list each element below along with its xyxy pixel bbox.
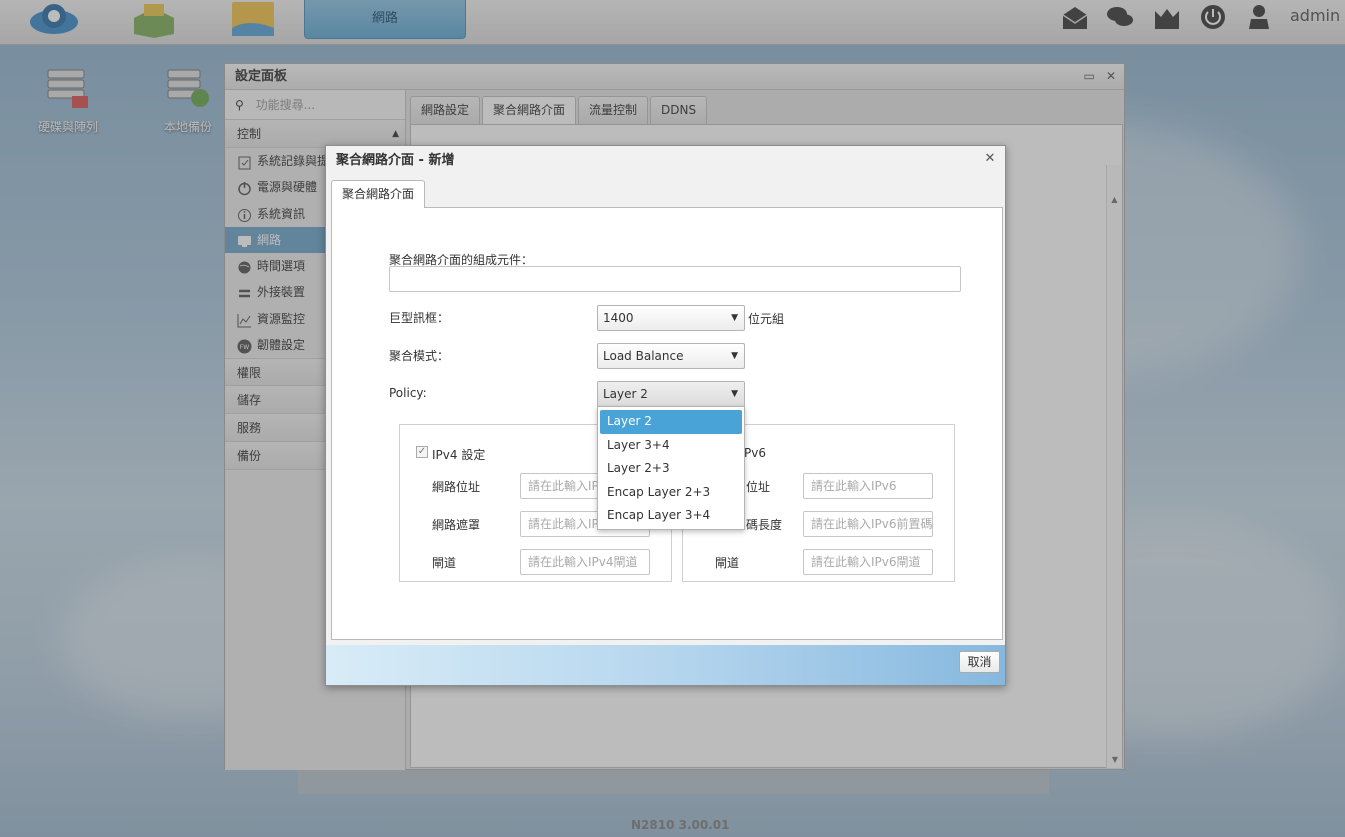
ipv4-title: IPv4 設定 [432, 448, 486, 462]
tab-link-aggregation[interactable]: 聚合網路介面 [331, 180, 426, 208]
jumbo-frame-unit: 位元組 [748, 312, 785, 326]
placeholder: 請在此輸入IPv6前置碼 [811, 517, 932, 531]
ipv6-gateway-input[interactable]: 請在此輸入IPv6閘道 [803, 549, 933, 575]
policy-option[interactable]: Layer 3+4 [600, 434, 742, 458]
placeholder: 請在此輸入IPv6 [811, 479, 897, 493]
dropdown-arrow-icon: ▼ [731, 313, 738, 323]
policy-value: Layer 2 [603, 387, 648, 401]
jumbo-frame-select[interactable]: 1400 ▼ [597, 305, 745, 331]
placeholder: 請在此輸入IPv6閘道 [811, 555, 921, 569]
cancel-button[interactable]: 取消 [959, 651, 1000, 673]
jumbo-frame-label: 巨型訊框： [389, 311, 450, 325]
policy-dropdown-list: Layer 2 Layer 3+4 Layer 2+3 Encap Layer … [597, 406, 745, 530]
ipv4-gateway-label: 閘道 [432, 556, 457, 570]
dialog-footer: 取消 [326, 645, 1005, 685]
ipv6-gateway-label: 閘道 [715, 556, 740, 570]
policy-option[interactable]: Layer 2+3 [600, 457, 742, 481]
components-field[interactable] [389, 266, 961, 292]
ipv4-mask-label: 網路遮罩 [432, 518, 481, 532]
ipv6-address-input[interactable]: 請在此輸入IPv6 [803, 473, 933, 499]
dropdown-arrow-icon: ▼ [731, 389, 738, 399]
ipv6-prefix-input[interactable]: 請在此輸入IPv6前置碼 [803, 511, 933, 537]
ipv4-checkbox[interactable]: ✓ [416, 446, 428, 458]
dialog-title: 聚合網路介面 - 新增 [336, 153, 455, 168]
aggregation-mode-label: 聚合模式： [389, 349, 450, 363]
jumbo-frame-value: 1400 [603, 311, 634, 325]
ipv6-title: Pv6 [744, 446, 766, 460]
ipv4-address-label: 網路位址 [432, 480, 481, 494]
ipv6-prefix-label: 碼長度 [746, 518, 783, 532]
aggregation-mode-select[interactable]: Load Balance ▼ [597, 343, 745, 369]
policy-option[interactable]: Layer 2 [600, 410, 742, 434]
placeholder: 請在此輸入IPv4閘道 [528, 555, 638, 569]
dropdown-arrow-icon: ▼ [731, 351, 738, 361]
ipv6-address-label: 位址 [746, 480, 771, 494]
ipv4-gateway-input[interactable]: 請在此輸入IPv4閘道 [520, 549, 650, 575]
aggregation-mode-value: Load Balance [603, 349, 684, 363]
firmware-version: N2810 3.00.01 [631, 818, 730, 832]
policy-option[interactable]: Encap Layer 2+3 [600, 481, 742, 505]
close-icon[interactable]: ✕ [983, 152, 997, 166]
policy-select[interactable]: Layer 2 ▼ [597, 381, 745, 407]
policy-option[interactable]: Encap Layer 3+4 [600, 504, 742, 528]
policy-label: Policy: [389, 386, 427, 400]
